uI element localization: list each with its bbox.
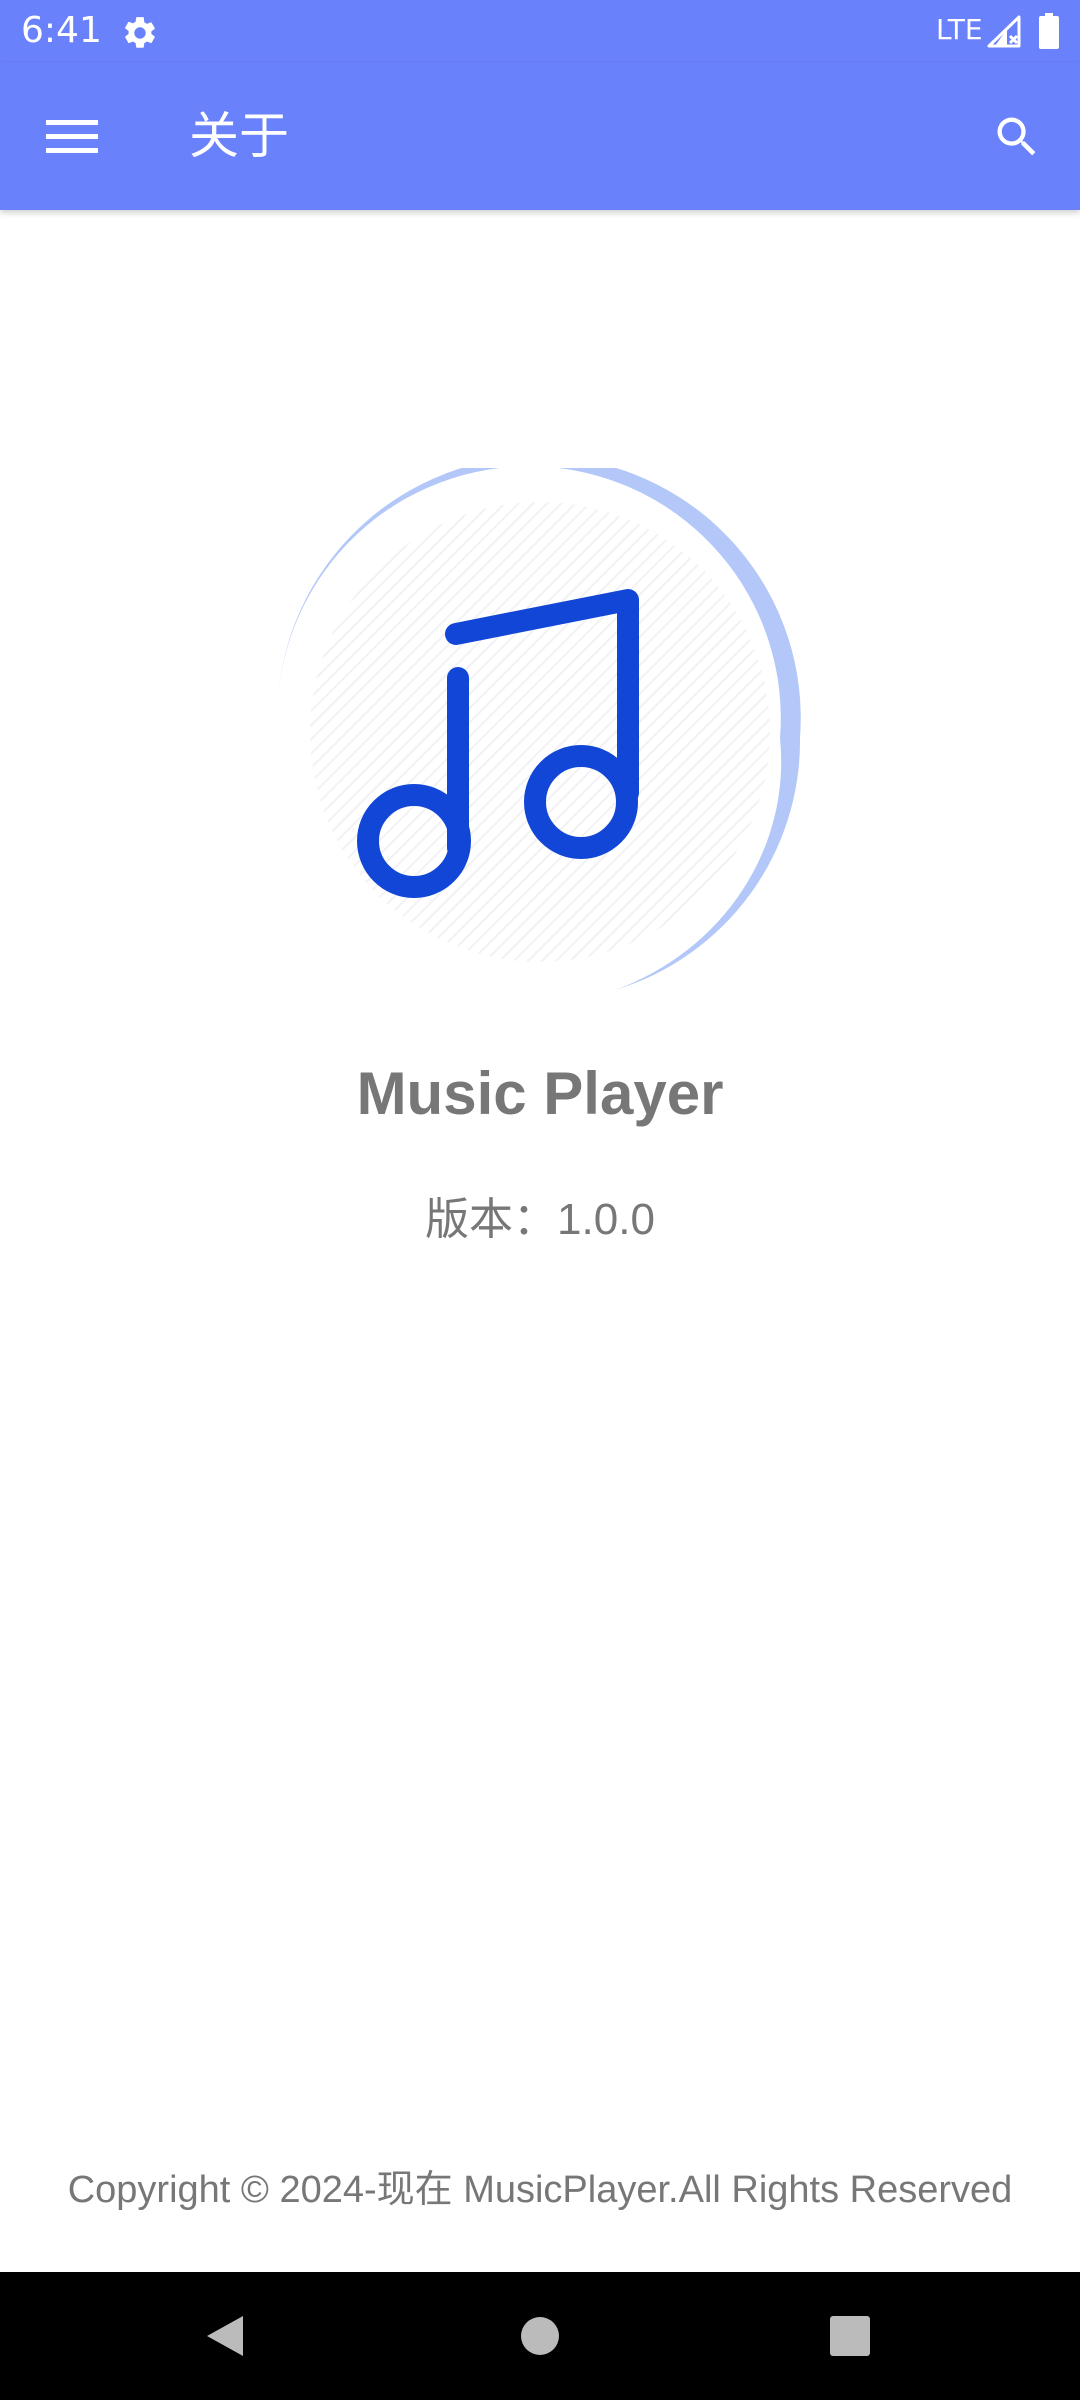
hamburger-menu-icon: [46, 120, 98, 153]
system-navigation-bar: [0, 2272, 1080, 2400]
network-type: LTE: [936, 13, 983, 46]
page-title: 关于: [189, 107, 289, 165]
battery-icon: [1039, 13, 1059, 49]
app-name: Music Player: [356, 1060, 724, 1127]
status-bar: 6:41 LTE: [0, 0, 1080, 63]
back-button[interactable]: [185, 2296, 265, 2376]
menu-button[interactable]: [30, 95, 114, 179]
music-note-icon: [278, 468, 801, 990]
back-icon: [207, 2316, 243, 2356]
status-time: 6:41: [21, 10, 102, 51]
recents-button[interactable]: [810, 2296, 890, 2376]
copyright-text: Copyright © 2024-现在 MusicPlayer.All Righ…: [67, 2169, 1013, 2211]
recents-icon: [830, 2316, 870, 2356]
search-button[interactable]: [975, 95, 1059, 179]
about-screen: 6:41 LTE 关于 Music Player 版本：1.0.0 Copyri…: [0, 0, 1080, 2400]
app-bar: 关于: [0, 63, 1080, 210]
gear-icon: [125, 17, 155, 48]
signal-icon: [987, 15, 1021, 48]
home-icon: [521, 2317, 559, 2355]
search-icon: [997, 117, 1036, 156]
app-version: 版本：1.0.0: [425, 1195, 655, 1244]
home-button[interactable]: [500, 2296, 580, 2376]
